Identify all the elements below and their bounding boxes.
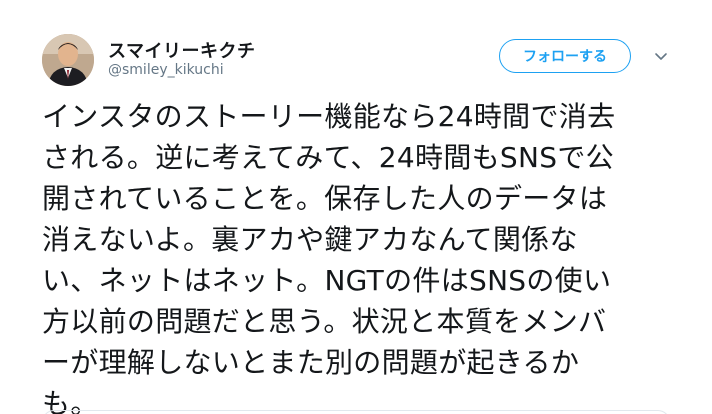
chevron-down-icon[interactable] — [652, 47, 670, 65]
user-handle[interactable]: @smiley_kikuchi — [108, 62, 224, 78]
tweet-line: 方以前の問題だと思う。状況と本質をメンバ — [42, 305, 607, 338]
avatar[interactable] — [42, 34, 94, 86]
tweet-line: 消えないよ。裏アカや鍵アカなんて関係な — [42, 223, 578, 256]
profile-photo-icon — [42, 34, 94, 86]
tweet-line: 開されていることを。保存した人のデータは — [42, 182, 608, 215]
tweet-card: スマイリーキクチ @smiley_kikuchi フォローする インスタのストー… — [0, 0, 712, 414]
follow-button[interactable]: フォローする — [499, 39, 631, 73]
tweet-line: される。逆に考えてみて、24時間もSNSで公 — [42, 141, 614, 174]
link-card-preview[interactable] — [42, 410, 670, 414]
tweet-text: インスタのストーリー機能なら24時間で消去 される。逆に考えてみて、24時間もS… — [42, 96, 672, 414]
tweet-line: インスタのストーリー機能なら24時間で消去 — [42, 100, 616, 133]
display-name[interactable]: スマイリーキクチ — [108, 37, 255, 63]
tweet-line: い、ネットはネット。NGTの件はSNSの使い — [42, 264, 612, 297]
tweet-line: ーが理解しないとまた別の問題が起きるか — [42, 346, 580, 379]
